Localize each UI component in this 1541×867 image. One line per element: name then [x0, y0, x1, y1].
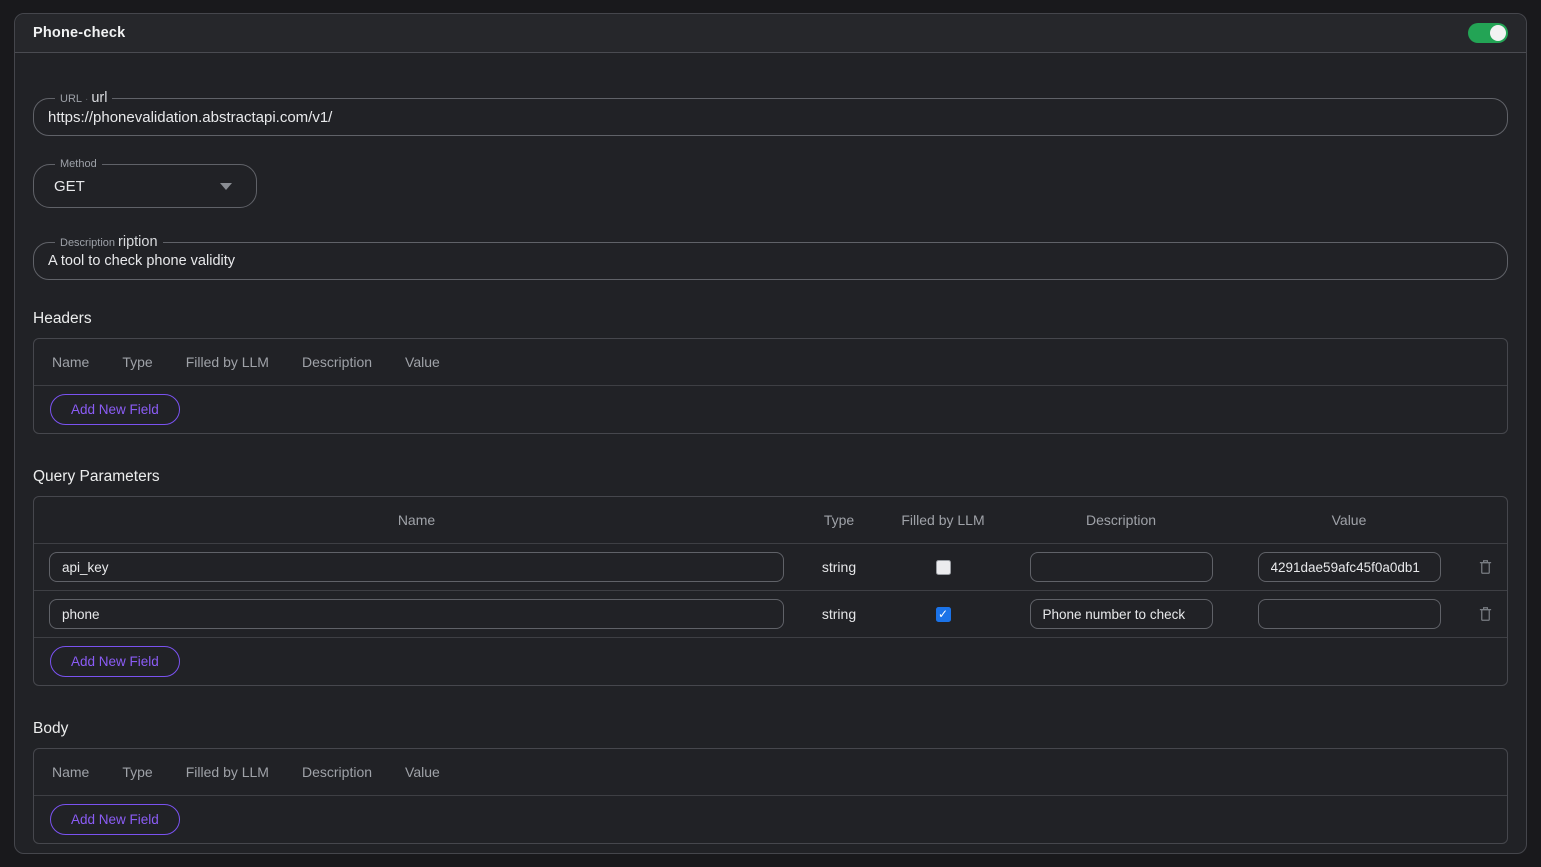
method-select[interactable]: Method GET [33, 164, 257, 208]
col-name: Name [34, 512, 799, 528]
trash-icon [1478, 558, 1493, 576]
col-type: Type [122, 354, 152, 370]
title-bar: Phone-check [15, 14, 1526, 53]
url-input[interactable] [48, 109, 1493, 126]
enabled-toggle[interactable] [1468, 23, 1508, 43]
description-input[interactable] [48, 253, 1493, 269]
toggle-knob [1490, 25, 1506, 41]
query-parameters-add-row: Add New Field [34, 638, 1507, 685]
param-type: string [799, 606, 879, 622]
col-description: Description [302, 764, 372, 780]
query-parameters-add-new-field-button[interactable]: Add New Field [50, 646, 180, 677]
filled-by-llm-checkbox[interactable] [936, 607, 951, 622]
col-name: Name [52, 354, 89, 370]
body-section-title: Body [33, 720, 1508, 738]
query-parameters-table: Name Type Filled by LLM Description Valu… [33, 496, 1508, 686]
headers-add-new-field-button[interactable]: Add New Field [50, 394, 180, 425]
headers-section-title: Headers [33, 310, 1508, 328]
table-row-api-key: string [34, 544, 1507, 591]
description-label-overlap: ription [118, 233, 158, 251]
method-label: Method [55, 155, 102, 173]
filled-by-llm-checkbox[interactable] [936, 560, 951, 575]
col-filled-by-llm: Filled by LLM [186, 764, 269, 780]
param-value-input[interactable] [1258, 552, 1441, 582]
param-description-input[interactable] [1030, 552, 1213, 582]
param-name-input[interactable] [49, 552, 784, 582]
url-label-dot: · [85, 91, 88, 109]
col-type: Type [122, 764, 152, 780]
col-description: Description [302, 354, 372, 370]
param-name-input[interactable] [49, 599, 784, 629]
col-value: Value [405, 354, 440, 370]
body-table-header: Name Type Filled by LLM Description Valu… [34, 749, 1507, 796]
col-description: Description [1007, 512, 1235, 528]
url-field-label: URL · url [55, 89, 112, 109]
chevron-down-icon [220, 183, 232, 190]
url-field: URL · url [33, 98, 1508, 136]
tool-title: Phone-check [33, 25, 125, 41]
method-value: GET [48, 178, 85, 195]
form-content: URL · url Method GET Description ription… [15, 53, 1526, 853]
body-table: Name Type Filled by LLM Description Valu… [33, 748, 1508, 844]
method-label-small: Method [60, 155, 97, 173]
param-description-input[interactable] [1030, 599, 1213, 629]
url-label-small: URL [60, 90, 82, 108]
body-add-new-field-button[interactable]: Add New Field [50, 804, 180, 835]
tool-config-card: Phone-check URL · url Method GET Descr [14, 13, 1527, 854]
col-value: Value [1235, 512, 1463, 528]
delete-row-button[interactable] [1478, 605, 1493, 623]
trash-icon [1478, 605, 1493, 623]
delete-row-button[interactable] [1478, 558, 1493, 576]
description-field-label: Description ription [55, 233, 163, 252]
query-parameters-section-title: Query Parameters [33, 468, 1508, 486]
col-name: Name [52, 764, 89, 780]
table-row-phone: string [34, 591, 1507, 638]
description-field: Description ription [33, 242, 1508, 280]
param-type: string [799, 559, 879, 575]
headers-table: Name Type Filled by LLM Description Valu… [33, 338, 1508, 434]
col-filled-by-llm: Filled by LLM [879, 512, 1007, 528]
headers-add-row: Add New Field [34, 386, 1507, 433]
param-value-input[interactable] [1258, 599, 1441, 629]
col-filled-by-llm: Filled by LLM [186, 354, 269, 370]
query-parameters-table-header: Name Type Filled by LLM Description Valu… [34, 497, 1507, 544]
col-value: Value [405, 764, 440, 780]
col-type: Type [799, 512, 879, 528]
description-label-small: Description [60, 234, 115, 252]
url-label-overlap: url [91, 89, 107, 107]
body-add-row: Add New Field [34, 796, 1507, 843]
headers-table-header: Name Type Filled by LLM Description Valu… [34, 339, 1507, 386]
